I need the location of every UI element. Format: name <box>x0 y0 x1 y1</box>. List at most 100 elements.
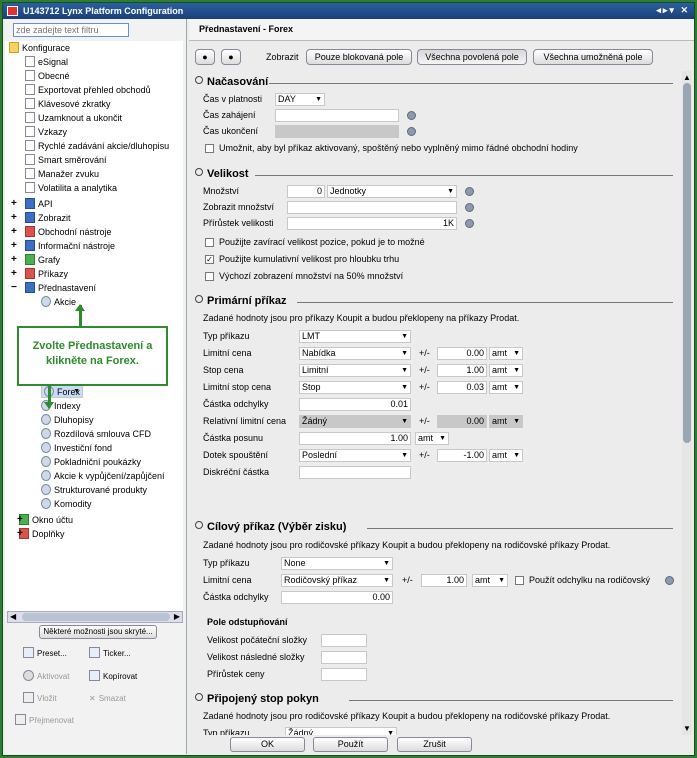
help-icon[interactable] <box>465 203 474 212</box>
display-size-input[interactable] <box>287 201 457 214</box>
end-time-input[interactable] <box>275 125 399 138</box>
price-increment-input[interactable] <box>321 668 367 681</box>
rename-button[interactable]: Přejmenovat <box>15 714 74 728</box>
tree-item[interactable]: Rychlé zadávání akcie/dluhopisu <box>25 139 169 153</box>
outside-rth-checkbox[interactable] <box>205 144 214 153</box>
default-50-checkbox[interactable] <box>205 272 214 281</box>
tree-item[interactable]: + Informační nástroje <box>11 239 115 253</box>
tree-item[interactable]: − Přednastavení <box>11 281 96 295</box>
tree-item[interactable]: Pokladniční poukázky <box>41 455 141 469</box>
primary-field-unit-select[interactable]: amt <box>489 381 523 394</box>
window-controls[interactable]: ◂▸▾ ✕ <box>656 5 690 16</box>
tree-item[interactable]: + API <box>11 197 53 211</box>
back-icon[interactable]: ● <box>195 49 215 65</box>
primary-field-value-input[interactable]: -1.00 <box>437 449 487 462</box>
tree-item[interactable]: Konfigurace <box>9 41 70 55</box>
primary-field-unit-select[interactable]: amt <box>415 432 449 445</box>
help-icon[interactable] <box>665 576 674 585</box>
cancel-button[interactable]: Zrušit <box>397 737 472 752</box>
ok-button[interactable]: OK <box>230 737 305 752</box>
preset-button[interactable]: Preset... <box>23 647 67 661</box>
tree-item[interactable]: + Zobrazit <box>11 211 71 225</box>
tree-item[interactable]: Obecné <box>25 69 70 83</box>
blocked-fields-button[interactable]: Pouze blokovaná pole <box>306 49 412 65</box>
tree-item[interactable]: Vzkazy <box>25 125 67 139</box>
scroll-down-icon[interactable]: ▼ <box>682 724 692 733</box>
expand-icon[interactable]: + <box>11 197 17 211</box>
tree-item[interactable]: Manažer zvuku <box>25 167 99 181</box>
primary-field-unit-select[interactable]: amt <box>489 449 523 462</box>
expand-icon[interactable]: + <box>11 225 17 239</box>
tif-select[interactable]: DAY <box>275 93 325 106</box>
start-time-input[interactable] <box>275 109 399 122</box>
expand-icon[interactable]: + <box>11 211 17 225</box>
use-parent-offset-checkbox[interactable] <box>515 576 524 585</box>
help-icon[interactable] <box>465 187 474 196</box>
tree-item[interactable]: + Doplňky <box>17 527 65 541</box>
tree-item[interactable]: Dluhopisy <box>41 413 94 427</box>
scroll-thumb[interactable] <box>22 613 170 621</box>
tree-item[interactable]: Komodity <box>41 497 92 511</box>
cumulative-size-checkbox[interactable]: ✓ <box>205 255 214 264</box>
primary-field-select[interactable]: Poslední <box>299 449 411 462</box>
primary-field-select[interactable]: Žádný <box>299 415 411 428</box>
forward-icon[interactable]: ● <box>221 49 241 65</box>
paste-button[interactable]: Vložit <box>23 692 57 706</box>
help-icon[interactable] <box>465 219 474 228</box>
primary-field-value-input[interactable]: 0.01 <box>299 398 411 411</box>
primary-field-value-input[interactable]: 0.00 <box>437 347 487 360</box>
primary-field-select[interactable]: Stop <box>299 381 411 394</box>
quantity-unit-select[interactable]: Jednotky <box>327 185 457 198</box>
size-increment-input[interactable]: 1K <box>287 217 457 230</box>
expand-icon[interactable]: + <box>17 513 23 527</box>
expand-icon[interactable]: + <box>11 239 17 253</box>
primary-field-value-input[interactable]: 1.00 <box>299 432 411 445</box>
initial-component-input[interactable] <box>321 634 367 647</box>
content-vertical-scrollbar[interactable]: ▲ ▼ <box>682 71 692 735</box>
close-position-checkbox[interactable] <box>205 238 214 247</box>
help-icon[interactable] <box>407 111 416 120</box>
tree-item[interactable]: + Příkazy <box>11 267 68 281</box>
tree-item[interactable]: Akcie <box>41 295 76 309</box>
hidden-options-button[interactable]: Některé možnosti jsou skryté... <box>39 625 157 639</box>
collapse-icon[interactable]: − <box>11 281 17 295</box>
tree-item[interactable]: Strukturované produkty <box>41 483 147 497</box>
profit-offset-input[interactable]: 0.00 <box>281 591 393 604</box>
tree-item[interactable]: Investiční fond <box>41 441 112 455</box>
expand-icon[interactable]: + <box>11 267 17 281</box>
copy-button[interactable]: Kopírovat <box>89 670 137 684</box>
primary-field-select[interactable]: Nabídka <box>299 347 411 360</box>
primary-field-select[interactable]: Limitní <box>299 364 411 377</box>
primary-field-value-input[interactable]: 0.03 <box>437 381 487 394</box>
help-icon[interactable] <box>407 127 416 136</box>
all-enabled-fields-button[interactable]: Všechna umožněná pole <box>533 49 653 65</box>
tree-item[interactable]: + Obchodní nástroje <box>11 225 112 239</box>
tree-item[interactable]: Volatilita a analytika <box>25 181 117 195</box>
tree-item[interactable]: Uzamknout a ukončit <box>25 111 122 125</box>
primary-field-unit-select[interactable]: amt <box>489 415 523 428</box>
expand-icon[interactable]: + <box>11 253 17 267</box>
primary-field-unit-select[interactable]: amt <box>489 364 523 377</box>
all-allowed-fields-button[interactable]: Všechna povolená pole <box>417 49 527 65</box>
scroll-up-icon[interactable]: ▲ <box>682 73 692 82</box>
tree-item[interactable]: eSignal <box>25 55 68 69</box>
tree-item[interactable]: Exportovat přehled obchodů <box>25 83 151 97</box>
profit-limit-select[interactable]: Rodičovský příkaz <box>281 574 393 587</box>
primary-field-value-input[interactable]: 1.00 <box>437 364 487 377</box>
profit-type-select[interactable]: None <box>281 557 393 570</box>
primary-field-value-input[interactable]: 0.00 <box>437 415 487 428</box>
tree-item[interactable]: + Grafy <box>11 253 60 267</box>
quantity-input[interactable]: 0 <box>287 185 325 198</box>
profit-limit-offset-input[interactable]: 1.00 <box>421 574 467 587</box>
primary-field-unit-select[interactable]: amt <box>489 347 523 360</box>
scroll-right-icon[interactable]: ▶ <box>174 612 180 621</box>
expand-icon[interactable]: + <box>17 527 23 541</box>
profit-limit-unit-select[interactable]: amt <box>472 574 508 587</box>
delete-button[interactable]: ✕ Smazat <box>89 692 126 706</box>
tree-item[interactable]: Smart směrování <box>25 153 107 167</box>
scroll-left-icon[interactable]: ◀ <box>10 612 16 621</box>
tree-horizontal-scrollbar[interactable]: ◀ ▶ <box>7 611 183 623</box>
filter-input[interactable] <box>13 23 129 37</box>
stop-type-select[interactable]: Žádný <box>285 727 397 735</box>
scroll-thumb[interactable] <box>683 83 691 443</box>
